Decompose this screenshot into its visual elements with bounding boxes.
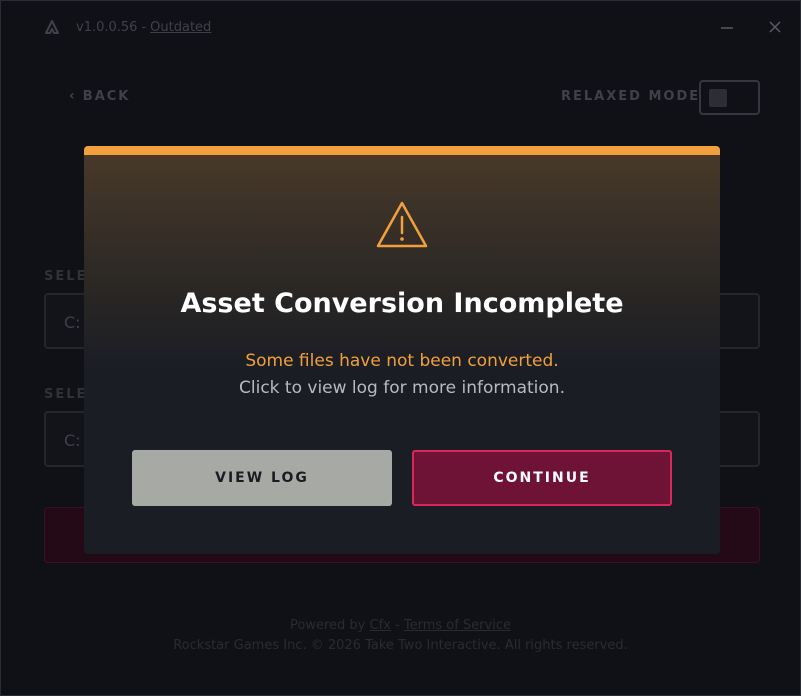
app-window: v1.0.0.56- Outdated ‹ BACK RELAXED MODE S… bbox=[0, 0, 801, 696]
modal-message: Some files have not been converted. bbox=[245, 351, 559, 371]
modal-accent-bar bbox=[84, 146, 720, 155]
warning-icon bbox=[376, 201, 428, 248]
view-log-button[interactable]: VIEW LOG bbox=[132, 450, 392, 506]
conversion-modal: Asset Conversion Incomplete Some files h… bbox=[84, 146, 720, 554]
modal-sub-message: Click to view log for more information. bbox=[239, 378, 565, 398]
modal-title: Asset Conversion Incomplete bbox=[180, 288, 624, 319]
continue-button[interactable]: CONTINUE bbox=[412, 450, 672, 506]
